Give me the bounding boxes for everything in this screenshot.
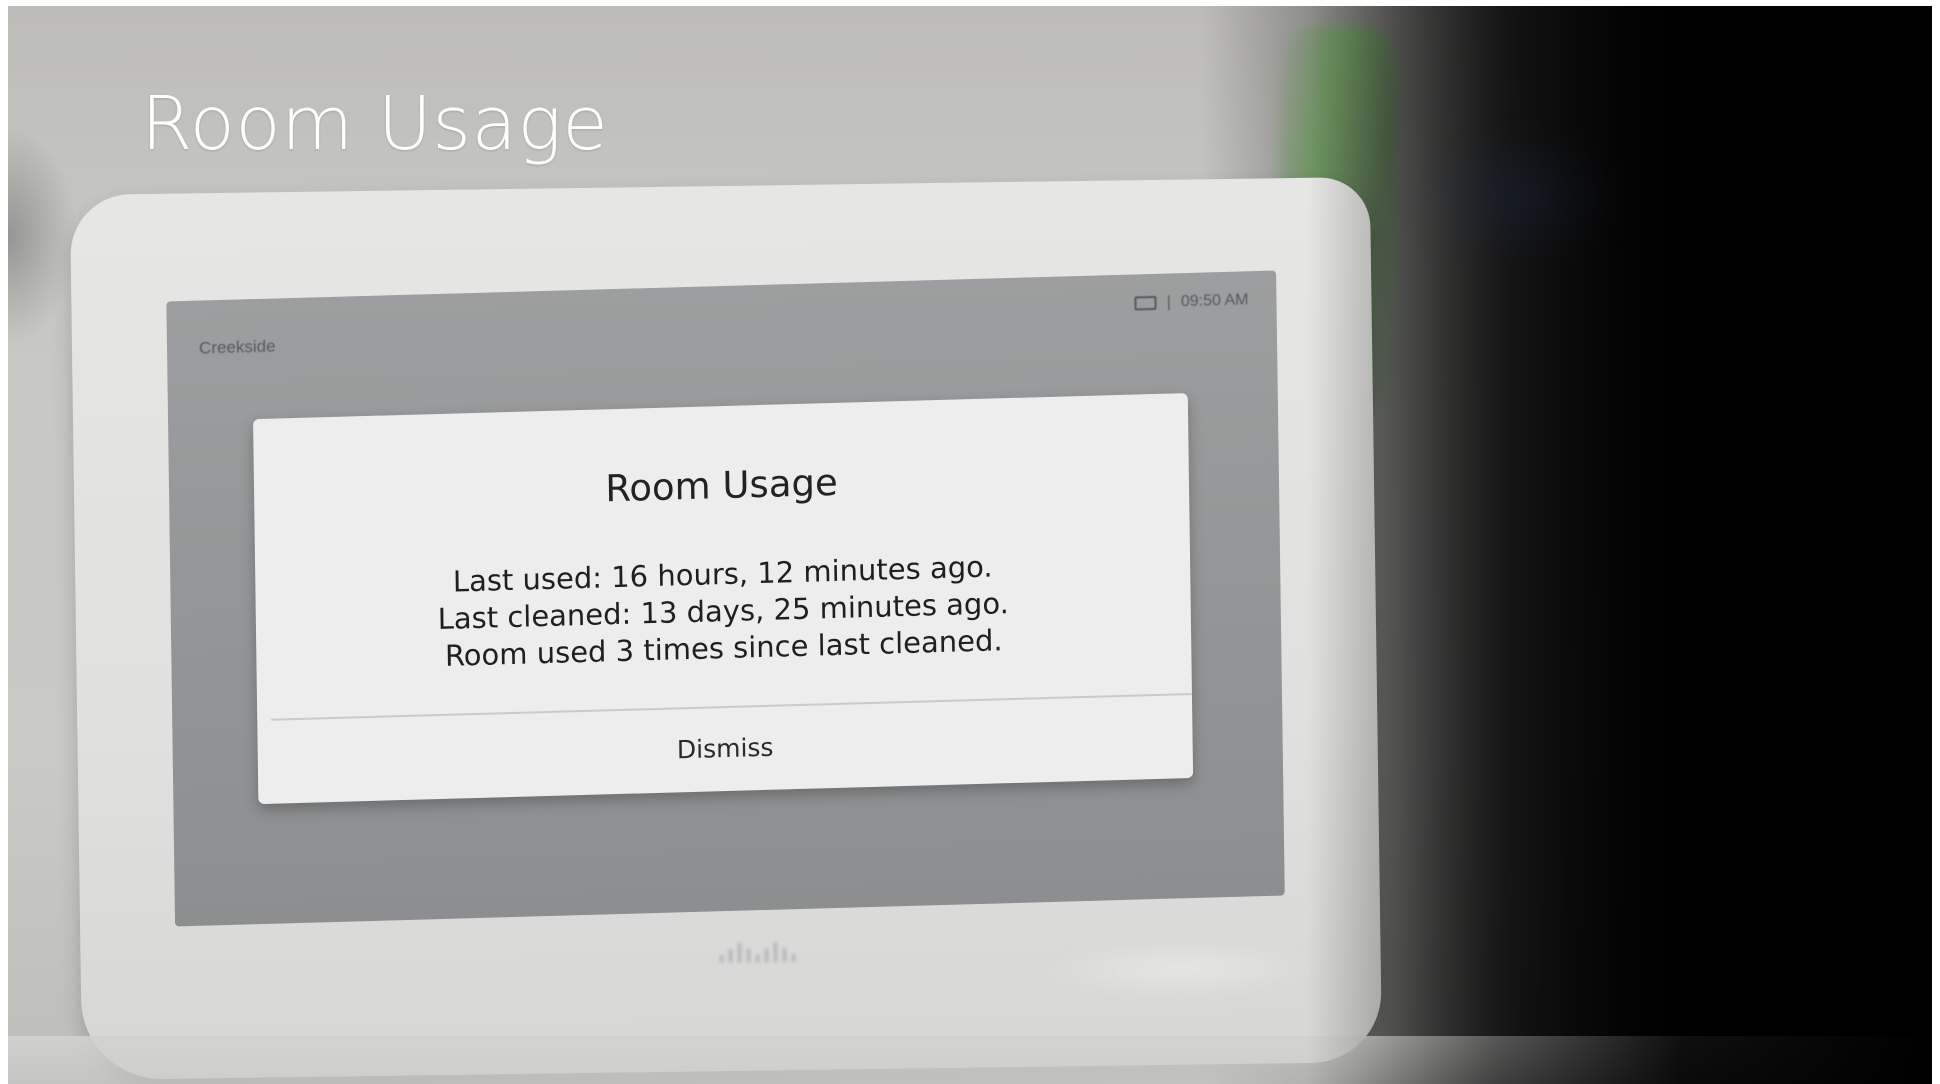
room-name: Creekside	[198, 336, 276, 358]
device-led-glow	[1040, 937, 1322, 1002]
dialog-title: Room Usage	[605, 460, 838, 511]
wall-shadow	[8, 126, 78, 346]
room-usage-dialog: Room Usage Last used: 16 hours, 12 minut…	[253, 393, 1194, 805]
slide: Creekside | 09:50 AM Room Usage Last use…	[8, 6, 1932, 1084]
clock-time: 09:50 AM	[1180, 291, 1249, 311]
table-surface	[8, 1036, 1932, 1084]
device-screen: Creekside | 09:50 AM Room Usage Last use…	[166, 270, 1285, 927]
status-bar: | 09:50 AM	[1134, 291, 1249, 312]
touch-panel-device: Creekside | 09:50 AM Room Usage Last use…	[69, 176, 1383, 1081]
screen-share-icon	[1134, 295, 1157, 311]
page-title: Room Usage	[141, 81, 609, 167]
cisco-logo	[712, 940, 802, 964]
background-object	[1428, 126, 1628, 266]
status-separator: |	[1166, 293, 1171, 311]
cisco-logo-bars	[712, 940, 802, 964]
dialog-message: Last used: 16 hours, 12 minutes ago. Las…	[255, 543, 1191, 680]
dismiss-button[interactable]: Dismiss	[257, 693, 1193, 804]
